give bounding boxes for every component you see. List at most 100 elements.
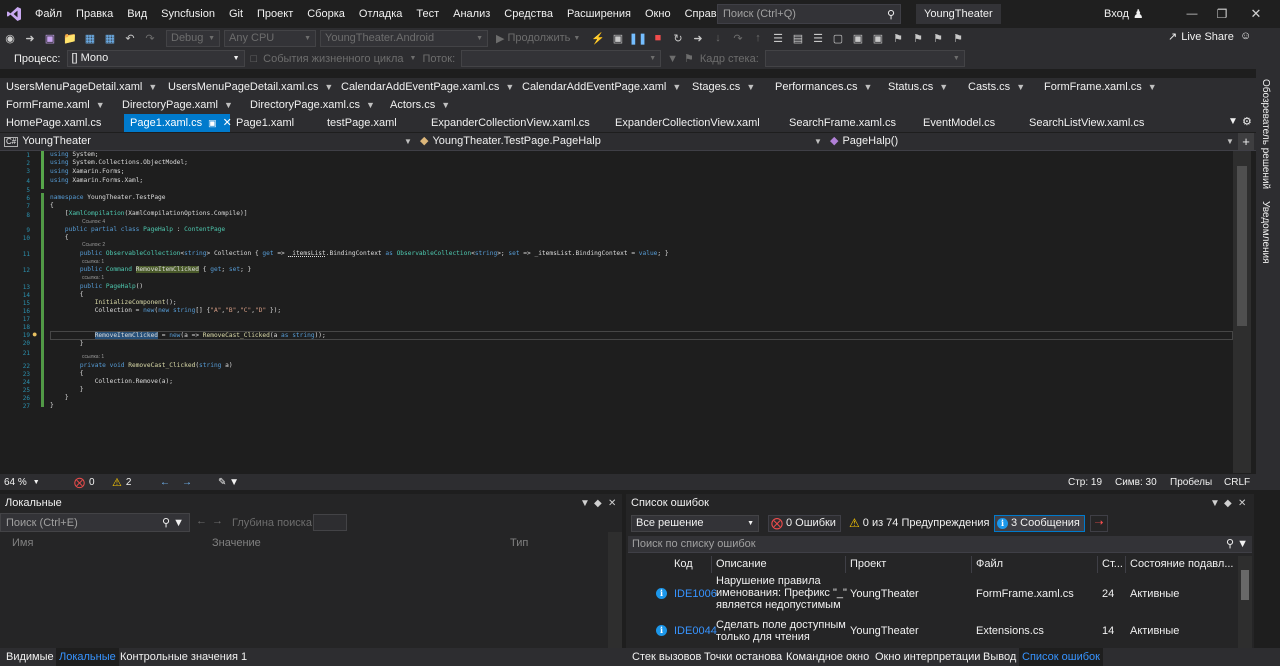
project-dropdown[interactable]: C# YoungTheater <box>0 133 420 150</box>
tab-calendaraddeventpage-xaml-cs[interactable]: CalendarAddEventPage.xaml.cs ▼ <box>335 78 514 96</box>
menu-syncfusion[interactable]: Syncfusion <box>154 0 222 28</box>
tab-usersmenupagedetail-xaml[interactable]: UsersMenuPageDetail.xaml ▼ <box>0 78 157 96</box>
code-lens[interactable]: ссылка: 1 <box>82 259 104 265</box>
step-out-icon[interactable]: ↑ <box>750 30 766 46</box>
stack-frame-select[interactable]: ▼ <box>764 50 965 67</box>
pin-icon[interactable]: ◆ <box>1224 494 1232 513</box>
menu-tools[interactable]: Средства <box>497 0 560 28</box>
window-position-icon[interactable]: ▼ <box>1210 494 1220 513</box>
window-position-icon[interactable]: ▼ <box>580 494 590 513</box>
step-over-icon[interactable]: ↷ <box>730 30 746 46</box>
step-into-icon[interactable]: ↓ <box>710 30 726 46</box>
tab-eventmodel-cs[interactable]: EventModel.cs <box>917 114 995 132</box>
feedback-icon[interactable]: ☺ <box>1240 30 1251 42</box>
filter-icon[interactable]: ▼ <box>667 53 678 65</box>
code-editor[interactable]: 1 2 3 4 5 6 7 8 9 10 11 12 13 14 15 16 1… <box>0 151 1256 473</box>
tab-expandercollectionview-xaml[interactable]: ExpanderCollectionView.xaml <box>609 114 760 132</box>
tab-dropdown-icon[interactable]: ▼ <box>1228 116 1238 127</box>
build-filter-icon[interactable]: ➝ <box>1090 515 1108 532</box>
menu-build[interactable]: Сборка <box>300 0 352 28</box>
uncomment-icon[interactable]: ▣ <box>870 30 886 46</box>
code-lens[interactable]: ссылка: 1 <box>82 354 104 360</box>
close-icon[interactable]: ✕ <box>608 494 616 513</box>
save-all-icon[interactable]: ▦ <box>102 30 118 46</box>
code-lens[interactable]: ссылка: 1 <box>82 275 104 281</box>
prev-issue-icon[interactable]: ← <box>160 477 170 488</box>
search-back-icon[interactable]: ← <box>196 515 207 527</box>
vertical-scrollbar[interactable] <box>608 532 622 648</box>
quick-search-input[interactable]: Поиск (Ctrl+Q) ⚲ <box>717 4 901 24</box>
pin-icon[interactable]: ▼ <box>148 82 157 92</box>
next-bookmark-icon[interactable]: ⚑ <box>930 30 946 46</box>
error-list-search-input[interactable]: Поиск по списку ошибок ⚲ ▼ <box>628 536 1252 553</box>
new-project-icon[interactable]: ▣ <box>42 30 58 46</box>
pin-icon[interactable]: ▼ <box>505 82 514 92</box>
hex-display-icon[interactable]: ☰ <box>770 30 786 46</box>
menu-test[interactable]: Тест <box>409 0 446 28</box>
redo-icon[interactable]: ↷ <box>142 30 158 46</box>
save-icon[interactable]: ▦ <box>82 30 98 46</box>
column-indicator[interactable]: Симв: 30 <box>1115 477 1157 488</box>
stop-icon[interactable]: ■ <box>650 30 666 46</box>
startup-target-select[interactable]: YoungTheater.Android ▼ <box>320 29 488 47</box>
format-icon[interactable]: ☰ <box>810 30 826 46</box>
hot-reload-icon[interactable]: ⚡ <box>590 30 606 46</box>
indentation-indicator[interactable]: Пробелы <box>1170 477 1212 488</box>
menu-view[interactable]: Вид <box>120 0 154 28</box>
locals-column-name[interactable]: Имя <box>12 537 33 549</box>
tab-page1-xaml-cs[interactable]: Page1.xaml.cs ▣ ✕ <box>124 114 232 132</box>
sign-in-button[interactable]: Вход ♟ <box>1104 0 1144 28</box>
tab-actors-cs[interactable]: Actors.cs ▼ <box>384 96 450 114</box>
menu-extensions[interactable]: Расширения <box>560 0 638 28</box>
pin-icon[interactable]: ▼ <box>746 82 755 92</box>
next-issue-icon[interactable]: → <box>182 477 192 488</box>
error-code-link[interactable]: IDE1006 <box>674 588 717 600</box>
type-dropdown[interactable]: ◆ YoungTheater.TestPage.PageHalp <box>416 133 826 150</box>
error-scope-select[interactable]: Все решение ▼ <box>631 515 759 532</box>
menu-analyze[interactable]: Анализ <box>446 0 497 28</box>
split-editor-icon[interactable]: + <box>1238 133 1254 150</box>
tab-page1-xaml[interactable]: Page1.xaml <box>230 114 294 132</box>
undo-icon[interactable]: ↶ <box>122 30 138 46</box>
pin-icon[interactable]: ▼ <box>672 82 681 92</box>
tab-testpage-xaml[interactable]: testPage.xaml <box>321 114 397 132</box>
maximize-button[interactable]: ❐ <box>1206 0 1238 28</box>
pin-icon[interactable]: ◆ <box>594 494 602 513</box>
pin-icon[interactable]: ▼ <box>441 100 450 110</box>
search-depth-select[interactable] <box>313 514 347 531</box>
thread-select[interactable]: ▼ <box>461 50 662 67</box>
bookmark-icon[interactable]: ⚑ <box>890 30 906 46</box>
tab-performances-cs[interactable]: Performances.cs ▼ <box>769 78 872 96</box>
show-next-statement-icon[interactable]: ➜ <box>690 30 706 46</box>
platform-select[interactable]: Any CPU ▼ <box>224 29 316 47</box>
menu-edit[interactable]: Правка <box>69 0 120 28</box>
window-layout-icon[interactable]: ▢ <box>830 30 846 46</box>
column-file[interactable]: Файл <box>972 556 1098 573</box>
continue-button[interactable]: ▶ Продолжить ▼ <box>496 32 588 45</box>
error-list-row[interactable]: i IDE0044 Сделать поле доступным только … <box>628 618 1238 646</box>
tab-stages-cs[interactable]: Stages.cs ▼ <box>686 78 755 96</box>
line-indicator[interactable]: Стр: 19 <box>1068 477 1102 488</box>
lightbulb-icon[interactable]: ● <box>32 329 37 339</box>
tab-usersmenupagedetail-xaml-cs[interactable]: UsersMenuPageDetail.xaml.cs ▼ <box>162 78 333 96</box>
settings-icon[interactable]: ⚙ <box>1242 115 1252 128</box>
prev-bookmark-icon[interactable]: ⚑ <box>910 30 926 46</box>
line-ending-indicator[interactable]: CRLF <box>1224 477 1250 488</box>
cleanup-icon[interactable]: ✎ ▼ <box>218 477 239 488</box>
tab-watch-1[interactable]: Контрольные значения 1 <box>117 648 250 666</box>
column-line[interactable]: Ст... <box>1098 556 1126 573</box>
zoom-select[interactable]: 64 % ▼ <box>4 477 40 488</box>
menu-debug[interactable]: Отладка <box>352 0 409 28</box>
restart-icon[interactable]: ↻ <box>670 30 686 46</box>
close-button[interactable]: ✕ <box>1240 0 1272 28</box>
error-code-link[interactable]: IDE0044 <box>674 625 717 637</box>
pause-icon[interactable]: ❚❚ <box>629 30 647 46</box>
pin-icon[interactable]: ▣ <box>208 118 217 128</box>
tab-call-stack[interactable]: Стек вызовов <box>629 648 704 666</box>
vertical-scrollbar[interactable] <box>1233 151 1251 473</box>
minimize-button[interactable]: — <box>1176 0 1208 28</box>
pin-icon[interactable]: ▼ <box>864 82 873 92</box>
pin-icon[interactable]: ▼ <box>1016 82 1025 92</box>
notifications-tab[interactable]: Уведомления <box>1260 201 1271 264</box>
column-code[interactable]: Код <box>670 556 712 573</box>
